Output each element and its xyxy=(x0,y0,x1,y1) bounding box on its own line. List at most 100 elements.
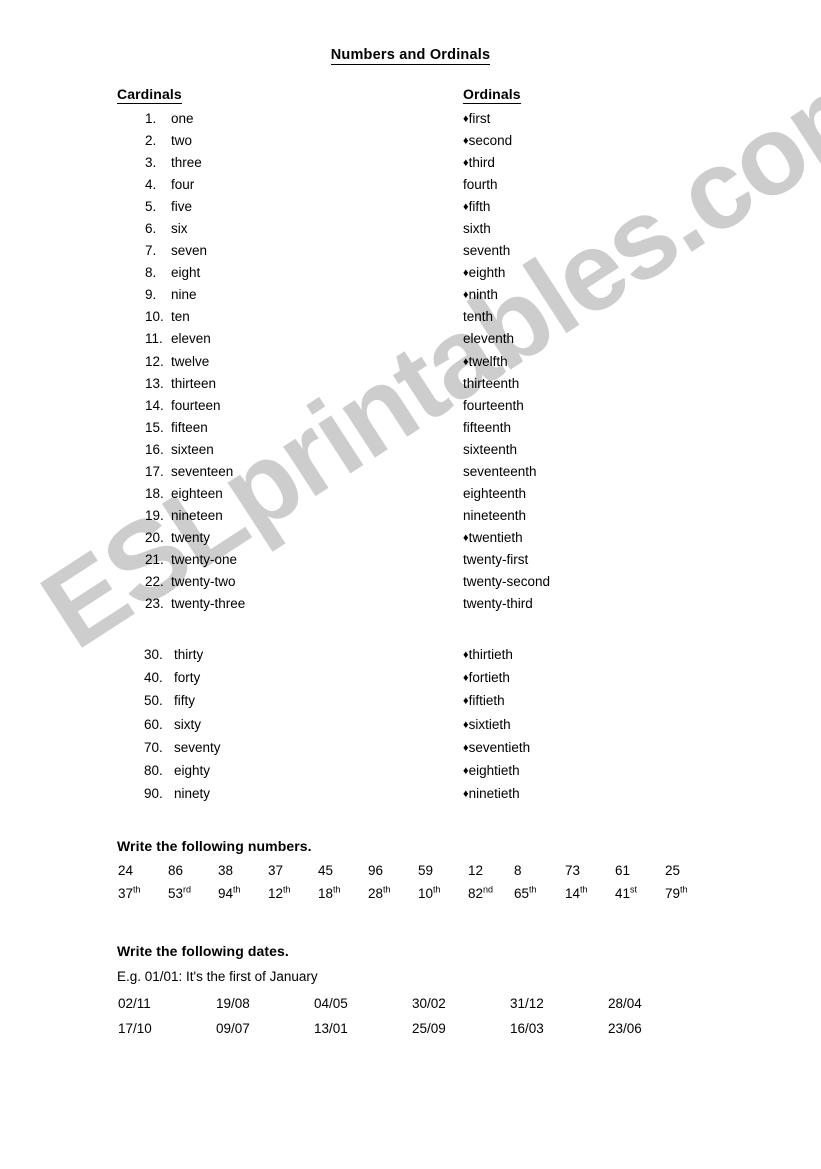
ordinal-word: sixth xyxy=(463,221,491,237)
column-header-ordinals: Ordinals xyxy=(463,86,521,104)
list-number: 10. xyxy=(145,309,164,325)
cardinal-word: five xyxy=(171,199,193,215)
cardinal-word: forty xyxy=(174,670,201,686)
cardinal-cell: 60. sixty xyxy=(144,713,201,736)
cardinal-word: thirty xyxy=(174,647,204,662)
cardinal-cell: 11. eleven xyxy=(145,328,211,350)
cardinal-word: one xyxy=(171,111,194,126)
exercise-ordinal-value: 53rd xyxy=(168,885,191,901)
exercise-ordinal-value: 79th xyxy=(665,885,688,901)
number-row: 30. thirty ♦thirtieth xyxy=(0,643,821,666)
ordinal-cell: twenty-first xyxy=(463,549,528,571)
cardinal-cell: 23. twenty-three xyxy=(145,593,245,615)
exercise-ordinal-suffix: th xyxy=(433,884,441,895)
page-title-text: Numbers and Ordinals xyxy=(330,47,491,65)
cardinal-cell: 22. twenty-two xyxy=(145,571,236,593)
exercise-ordinal-number: 14 xyxy=(565,886,581,901)
exercise-dates-row-2: 17/10 09/07 13/01 25/09 16/03 23/06 xyxy=(0,1021,821,1041)
exercise-ordinal-value: 65th xyxy=(514,884,537,901)
ordinal-word: twentieth xyxy=(468,529,523,545)
list-number: 7. xyxy=(145,243,157,259)
exercise-number-value: 45 xyxy=(318,863,334,878)
cardinal-cell: 21. twenty-one xyxy=(145,549,237,571)
ordinal-word: fortieth xyxy=(468,670,510,686)
list-number: 17. xyxy=(145,463,164,479)
number-row: 60. sixty ♦sixtieth xyxy=(0,713,821,736)
exercise-ordinal-number: 94 xyxy=(218,886,234,901)
list-number: 5. xyxy=(145,199,157,215)
ordinal-word: twenty-second xyxy=(463,573,551,589)
exercise-ordinal-suffix: th xyxy=(529,884,537,895)
cardinal-word: ten xyxy=(171,309,190,325)
list-number: 50. xyxy=(144,693,163,709)
cardinal-cell: 6. six xyxy=(145,218,188,240)
cardinal-word: two xyxy=(171,133,193,149)
exercise-date-value: 13/01 xyxy=(314,1021,348,1036)
list-number: 15. xyxy=(145,419,164,435)
numbers-list-tens: 30. thirty ♦thirtieth 40. forty ♦fortieth 50. f… xyxy=(0,643,821,805)
ordinal-cell: tenth xyxy=(463,306,493,328)
exercise-date-value: 28/04 xyxy=(608,996,642,1011)
exercise-number-value: 73 xyxy=(565,863,581,878)
number-row: 19. nineteen nineteenth xyxy=(0,505,821,527)
ordinal-word: twelfth xyxy=(468,353,508,369)
exercise-date-value: 04/05 xyxy=(314,996,348,1011)
number-row: 15. fifteen fifteenth xyxy=(0,417,821,439)
cardinal-cell: 13. thirteen xyxy=(145,373,216,395)
ordinal-word: tenth xyxy=(463,309,494,325)
cardinal-cell: 3. three xyxy=(145,152,202,174)
ordinal-cell: ♦fortieth xyxy=(463,666,510,690)
list-number: 16. xyxy=(145,441,164,457)
number-row: 8. eight ♦eighth xyxy=(0,262,821,284)
exercise-date-value: 09/07 xyxy=(216,1021,250,1036)
number-row: 22. twenty-two twenty-second xyxy=(0,571,821,593)
exercise-dates-example: E.g. 01/01: It's the first of January xyxy=(117,969,318,984)
exercise-date-value: 25/09 xyxy=(412,1021,446,1036)
ordinal-cell: eighteenth xyxy=(463,483,526,505)
exercise-ordinal-number: 37 xyxy=(118,886,134,901)
exercise-number-value: 86 xyxy=(168,863,184,878)
number-row: 20. twenty ♦twentieth xyxy=(0,527,821,549)
ordinal-cell: ♦ninth xyxy=(463,284,498,306)
list-number: 60. xyxy=(144,716,163,732)
ordinal-word: eightieth xyxy=(468,762,520,778)
ordinal-cell: ♦fiftieth xyxy=(463,689,505,713)
cardinal-cell: 70. seventy xyxy=(144,736,221,759)
list-number: 20. xyxy=(145,529,164,545)
list-number: 70. xyxy=(144,739,163,755)
worksheet-page: ESLprintables.com Numbers and Ordinals C… xyxy=(0,0,821,1169)
cardinal-cell: 1. one xyxy=(145,108,194,130)
exercise-ordinal-number: 41 xyxy=(615,886,631,901)
cardinal-word: fifteen xyxy=(171,419,208,435)
cardinal-word: six xyxy=(171,221,188,237)
ordinal-cell: seventh xyxy=(463,240,510,262)
cardinal-cell: 20. twenty xyxy=(145,527,210,549)
cardinal-cell: 14. fourteen xyxy=(145,395,221,417)
ordinal-word: twenty-first xyxy=(463,551,529,567)
exercise-ordinal-number: 12 xyxy=(268,886,284,901)
ordinal-word: thirtieth xyxy=(468,647,513,662)
ordinal-word: third xyxy=(468,155,495,171)
exercise-dates-title: Write the following dates. xyxy=(117,943,289,959)
ordinal-cell: ♦seventieth xyxy=(463,736,530,760)
exercise-ordinal-suffix: st xyxy=(630,884,638,895)
exercise-number-value: 37 xyxy=(268,863,284,878)
cardinal-cell: 16. sixteen xyxy=(145,439,214,461)
cardinal-cell: 5. five xyxy=(145,196,192,218)
cardinal-word: twelve xyxy=(171,353,210,369)
exercise-ordinal-value: 41st xyxy=(615,884,638,901)
number-row: 2. two ♦second xyxy=(0,130,821,152)
cardinal-word: seventeen xyxy=(171,463,234,479)
list-number: 4. xyxy=(145,177,157,193)
exercise-ordinal-suffix: nd xyxy=(483,884,494,895)
cardinal-cell: 40. forty xyxy=(144,666,200,689)
ordinal-cell: twenty-third xyxy=(463,593,533,615)
cardinal-word: seventy xyxy=(174,739,221,755)
list-number: 2. xyxy=(145,133,157,149)
exercise-ordinal-number: 28 xyxy=(368,886,384,901)
ordinal-cell: ♦twentieth xyxy=(463,527,523,549)
ordinal-cell: ♦twelfth xyxy=(463,351,508,373)
ordinal-word: second xyxy=(468,133,513,149)
exercise-numbers-title: Write the following numbers. xyxy=(117,838,312,854)
exercise-ordinal-value: 18th xyxy=(318,885,341,901)
